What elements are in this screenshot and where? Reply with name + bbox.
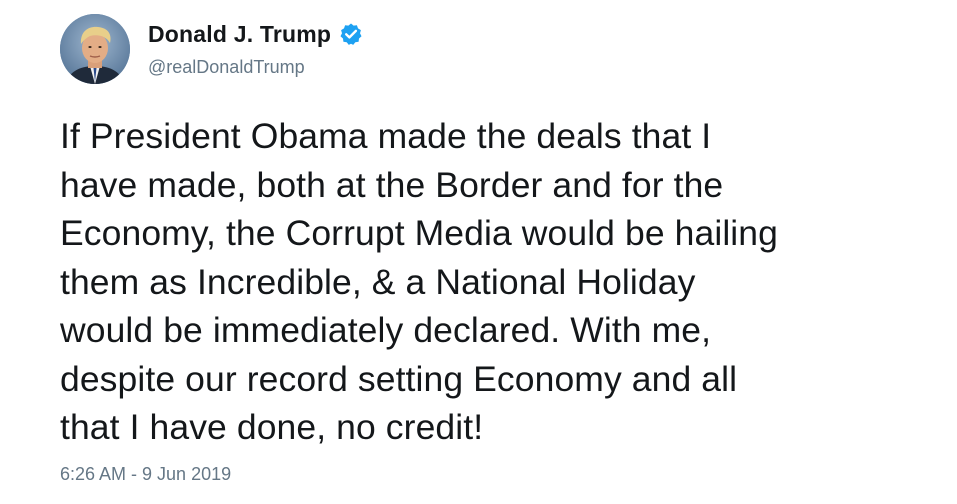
author-name[interactable]: Donald J. Trump	[148, 21, 331, 48]
avatar-image	[60, 14, 130, 84]
avatar[interactable]	[60, 14, 130, 84]
tweet-card: Donald J. Trump @realDonaldTrump If Pres…	[0, 0, 957, 504]
tweet-text: If President Obama made the deals that I…	[60, 116, 778, 447]
author-name-row: Donald J. Trump	[148, 17, 363, 51]
verified-badge-icon	[339, 22, 363, 46]
tweet-timestamp[interactable]: 6:26 AM - 9 Jun 2019	[60, 464, 231, 485]
author-handle[interactable]: @realDonaldTrump	[148, 57, 305, 78]
